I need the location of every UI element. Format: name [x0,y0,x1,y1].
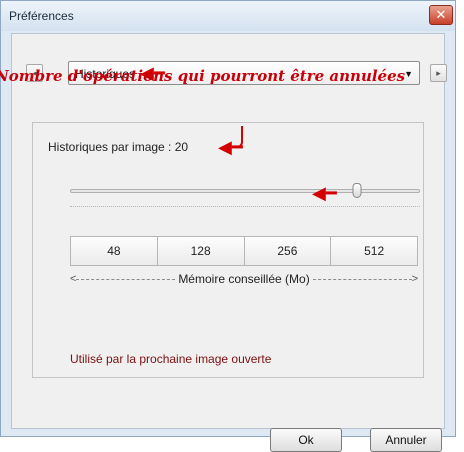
chevron-down-icon[interactable]: ▼ [404,69,413,79]
next-page-button[interactable]: ▸ [430,64,447,82]
history-per-image-label: Historiques par image : 20 [48,140,189,154]
dashed-line [76,278,176,280]
title-bar: Préférences ✕ [1,1,455,31]
memory-option-512[interactable]: 512 [331,237,417,265]
memory-option-48[interactable]: 48 [71,237,158,265]
red-arrow-icon: ◀━ [218,137,243,157]
slider-ticks [70,206,420,207]
red-arrow-icon: ◀━ [312,183,337,203]
right-arrow-icon: > [411,273,418,285]
slider-track[interactable] [70,189,420,193]
preferences-dialog: Préférences ✕ ◂ Historiques ▼ ▸ ◀━ Histo… [0,0,456,452]
recommended-memory-label: Mémoire conseillée (Mo) [178,272,310,286]
memory-option-128[interactable]: 128 [157,237,245,265]
annotation-undo-operations: Nombre d'opérations qui pourront être an… [0,67,406,85]
dialog-body: ◂ Historiques ▼ ▸ ◀━ Historiques par ima… [11,33,447,452]
ok-button[interactable]: Ok [270,428,342,452]
window-title: Préférences [9,9,74,23]
cancel-button[interactable]: Annuler [370,428,442,452]
memory-option-256[interactable]: 256 [244,237,332,265]
slider-thumb[interactable] [352,183,362,198]
dashed-line [312,278,412,280]
memory-scale-caption: < Mémoire conseillée (Mo) > [70,272,418,286]
history-slider[interactable] [70,183,420,198]
next-image-note: Utilisé par la prochaine image ouverte [70,352,272,366]
memory-options: 48 128 256 512 [70,236,418,266]
close-button[interactable]: ✕ [429,5,453,25]
